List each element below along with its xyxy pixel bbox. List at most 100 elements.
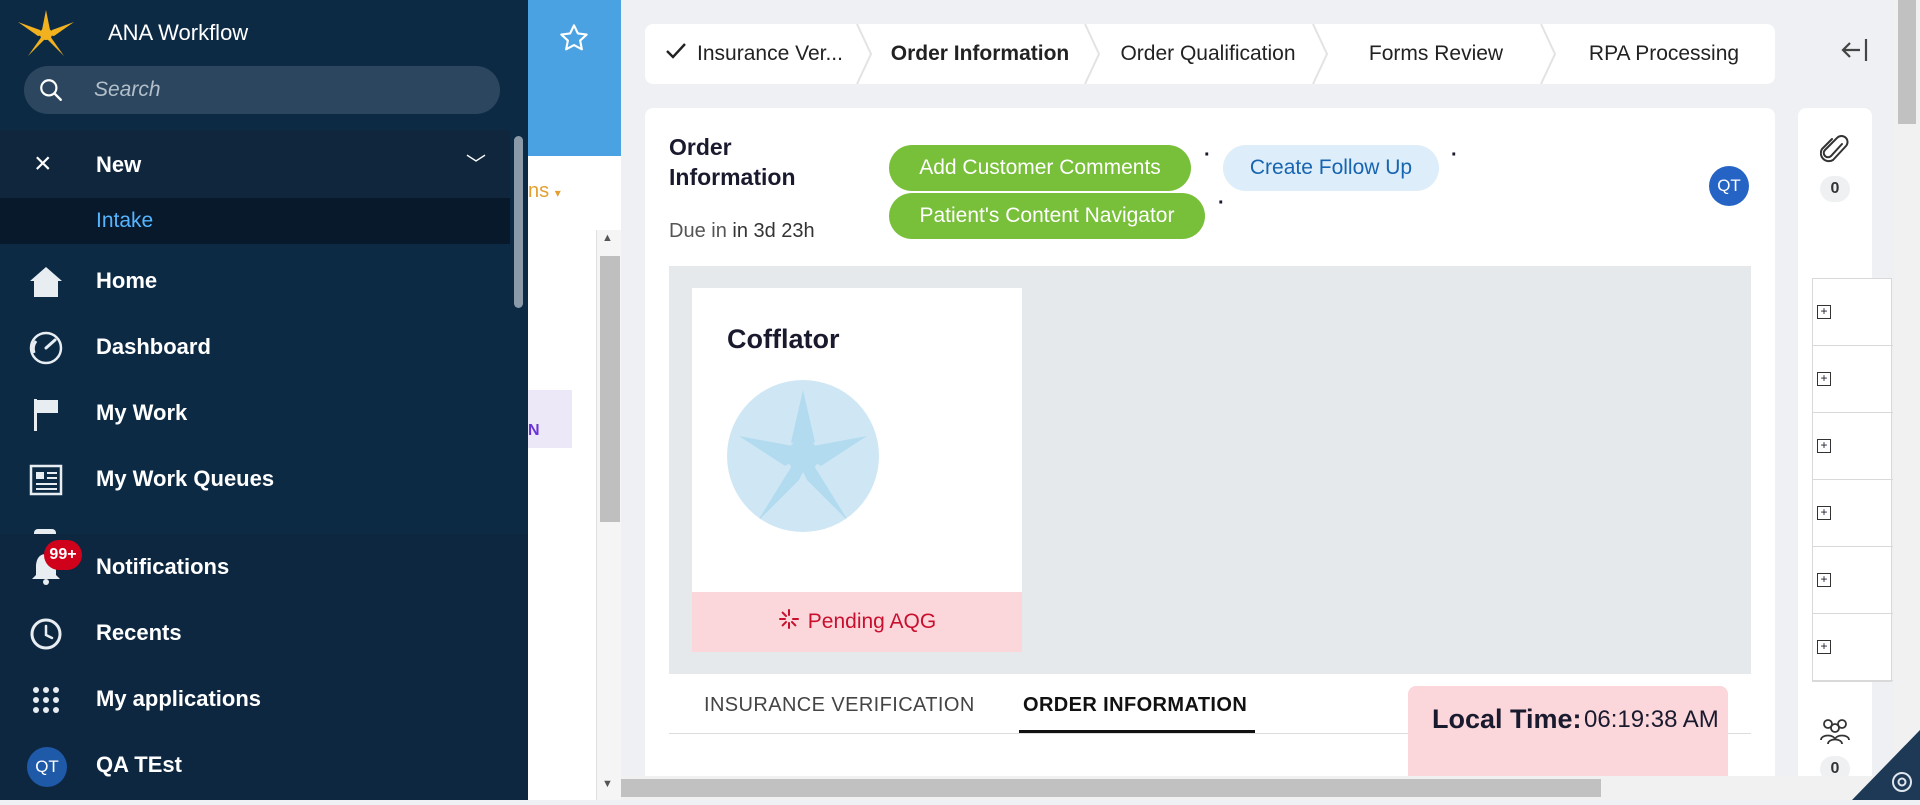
due-value: in 3d 23h: [732, 220, 815, 242]
sidebar-item-home[interactable]: Home: [0, 248, 510, 314]
product-placeholder-image: [727, 380, 879, 532]
page-vertical-scrollbar[interactable]: [1894, 0, 1920, 800]
search-input[interactable]: [92, 66, 482, 114]
stage-label: Insurance Ver...: [697, 42, 843, 65]
separator-dot: ·: [1451, 144, 1458, 166]
due-label: Due in: [669, 220, 727, 242]
expand-plus-icon[interactable]: +: [1817, 640, 1831, 654]
stage-label: RPA Processing: [1588, 42, 1740, 65]
page-vertical-scrollbar-thumb[interactable]: [1898, 0, 1916, 124]
history-clock-icon: [28, 617, 64, 651]
new-menu-item-label: Intake: [96, 209, 154, 232]
collapse-panel-icon[interactable]: [1840, 36, 1870, 71]
apps-grid-icon: [28, 683, 64, 717]
scroll-down-arrow-icon[interactable]: ▼: [602, 778, 613, 790]
due-indicator: Due in in 3d 23h: [669, 220, 815, 243]
new-menu-item-intake[interactable]: Intake: [0, 198, 510, 244]
rail-widget-row[interactable]: +: [1813, 346, 1893, 413]
flag-icon: [28, 397, 64, 431]
product-name: Cofflator: [727, 324, 840, 354]
sidebar-bottom: 99+ Notifications Recents My application…: [0, 534, 528, 800]
patients-content-navigator-button[interactable]: Patient's Content Navigator: [889, 193, 1205, 239]
settings-gear-icon[interactable]: [1852, 730, 1920, 800]
rail-widget-row[interactable]: +: [1813, 413, 1893, 480]
home-icon: [28, 265, 64, 299]
expand-plus-icon[interactable]: +: [1817, 573, 1831, 587]
sidebar-item-notifications[interactable]: 99+ Notifications: [0, 534, 510, 600]
local-time-label: Local Time:: [1432, 704, 1582, 734]
expand-plus-icon[interactable]: +: [1817, 506, 1831, 520]
tab-insurance-verification[interactable]: INSURANCE VERIFICATION: [704, 694, 975, 717]
new-menu-label: New: [96, 152, 142, 177]
new-menu-toggle[interactable]: × New ﹀: [0, 130, 510, 198]
rail-widget-row[interactable]: +: [1813, 547, 1893, 614]
separator-dot: ·: [1218, 192, 1225, 214]
sidebar-item-label: QA TEst: [96, 752, 182, 777]
sidebar-item-my-work-queues[interactable]: My Work Queues: [0, 446, 510, 512]
tab-order-information[interactable]: ORDER INFORMATION: [1023, 694, 1247, 717]
left-navigation: ANA Workflow × New ﹀ Intake Home Da: [0, 0, 528, 800]
sidebar-item-label: Recents: [96, 620, 182, 645]
nav-scroll-area: × New ﹀ Intake Home Dashboard My Work My…: [0, 130, 528, 534]
page-horizontal-scrollbar[interactable]: [621, 776, 1894, 800]
user-avatar: QT: [27, 747, 67, 787]
people-group-icon[interactable]: [1818, 716, 1852, 751]
separator-dot: ·: [1204, 144, 1211, 166]
sidebar-scrollbar[interactable]: [514, 136, 523, 308]
sidebar-item-recents[interactable]: Recents: [0, 600, 510, 666]
create-follow-up-button[interactable]: Create Follow Up: [1223, 145, 1439, 191]
expand-plus-icon[interactable]: +: [1817, 372, 1831, 386]
sidebar-item-my-work[interactable]: My Work: [0, 380, 510, 446]
app-name[interactable]: ANA Workflow: [108, 20, 248, 46]
page-title: Order Information: [669, 134, 796, 190]
queue-list-icon: [28, 463, 64, 497]
add-customer-comments-button[interactable]: Add Customer Comments: [889, 145, 1191, 191]
product-status-badge: Pending AQG: [692, 592, 1022, 652]
check-icon: [665, 42, 687, 66]
search-box[interactable]: [24, 66, 500, 114]
search-icon: [38, 77, 64, 108]
stage-order-qualification[interactable]: Order Qualification: [1097, 24, 1319, 84]
stage-forms-review[interactable]: Forms Review: [1325, 24, 1547, 84]
assignee-avatar[interactable]: QT: [1709, 166, 1749, 206]
paperclip-icon[interactable]: [1819, 134, 1850, 173]
attachments-count: 0: [1820, 176, 1850, 202]
close-icon[interactable]: ×: [34, 149, 52, 179]
sidebar-item-my-applications[interactable]: My applications: [0, 666, 510, 732]
product-card[interactable]: Cofflator Pending AQG: [692, 288, 1022, 652]
stage-insurance-verification[interactable]: Insurance Ver...: [645, 24, 863, 84]
app-logo-icon[interactable]: [14, 8, 78, 60]
sidebar-item-label: Home: [96, 268, 158, 293]
sidebar-item-user-profile[interactable]: QT QA TEst: [0, 732, 510, 798]
page-horizontal-scrollbar-thumb[interactable]: [621, 779, 1601, 797]
background-partial-text: ns ▾: [528, 180, 561, 202]
stage-label: Order Qualification: [1120, 42, 1296, 65]
background-scrollbar-thumb[interactable]: [600, 256, 620, 522]
stage-rpa-processing[interactable]: RPA Processing: [1553, 24, 1775, 84]
sidebar-item-label: Dashboard: [96, 334, 211, 359]
local-time-widget: Local Time: 06:19:38 AM: [1408, 686, 1728, 776]
local-time-value: 06:19:38 AM: [1584, 706, 1719, 733]
sidebar-item-label: My applications: [96, 686, 262, 711]
spinner-icon: [778, 608, 800, 636]
product-status-text: Pending AQG: [807, 610, 937, 633]
sidebar-item-label: My Work Queues: [96, 466, 275, 491]
sidebar-item-dashboard[interactable]: Dashboard: [0, 314, 510, 380]
favorite-star-icon[interactable]: [558, 22, 590, 59]
expand-plus-icon[interactable]: +: [1817, 305, 1831, 319]
stage-label: Forms Review: [1368, 42, 1504, 65]
rail-widget-row[interactable]: +: [1813, 480, 1893, 547]
sidebar-item-partial[interactable]: [0, 512, 510, 534]
stage-order-information[interactable]: Order Information: [869, 24, 1091, 84]
chevron-down-icon[interactable]: ﹀: [466, 148, 486, 177]
rail-widget-list: + + + + + +: [1812, 278, 1893, 682]
rail-widget-row[interactable]: +: [1813, 279, 1893, 346]
stage-breadcrumb: Insurance Ver... Order Information Order…: [645, 24, 1775, 84]
dashboard-gauge-icon: [28, 331, 64, 365]
scroll-up-arrow-icon[interactable]: ▲: [602, 232, 613, 244]
background-panel: ns ▾ N ▲ ▼: [528, 0, 621, 800]
stage-label: Order Information: [890, 42, 1070, 65]
expand-plus-icon[interactable]: +: [1817, 439, 1831, 453]
rail-widget-row[interactable]: +: [1813, 614, 1893, 681]
sidebar-item-label: Notifications: [96, 554, 230, 579]
